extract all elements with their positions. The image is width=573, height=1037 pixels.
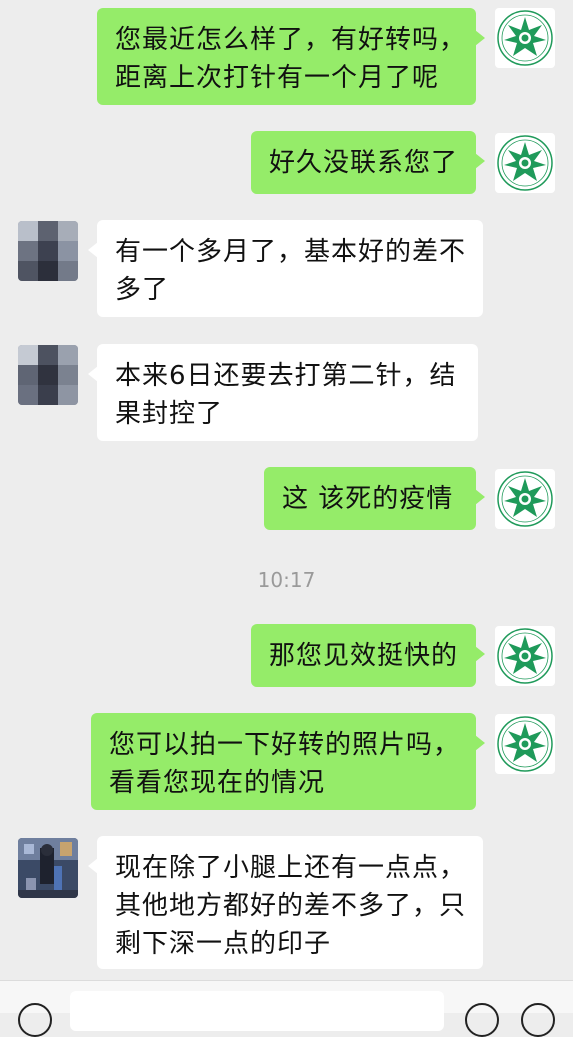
green-star-logo-icon bbox=[497, 628, 553, 684]
plus-icon[interactable] bbox=[521, 1003, 555, 1037]
blurred-photo-avatar bbox=[18, 838, 78, 898]
my-avatar[interactable] bbox=[495, 714, 555, 774]
message-line: 那您见效挺快的 bbox=[269, 641, 459, 671]
my-avatar[interactable] bbox=[495, 626, 555, 686]
my-avatar[interactable] bbox=[495, 469, 555, 529]
blurred-photo-avatar bbox=[18, 221, 78, 281]
message-line: 多了 bbox=[115, 275, 170, 305]
timestamp: 10:17 bbox=[257, 568, 316, 592]
my-avatar[interactable] bbox=[495, 8, 555, 68]
green-star-logo-icon bbox=[497, 10, 553, 66]
blurred-photo-avatar bbox=[18, 345, 78, 405]
message-bubble-sent[interactable]: 您最近怎么样了，有好转吗， 距离上次打针有一个月了呢 bbox=[97, 8, 485, 105]
message-line: 剩下深一点的印子 bbox=[115, 929, 332, 959]
message-bubble-received[interactable]: 现在除了小腿上还有一点点， 其他地方都好的差不多了，只 剩下深一点的印子 bbox=[88, 836, 483, 969]
contact-avatar[interactable] bbox=[18, 838, 78, 898]
message-bubble-sent[interactable]: 这 该死的疫情 bbox=[264, 467, 485, 530]
message-line: 您最近怎么样了，有好转吗， bbox=[115, 25, 467, 55]
input-bar bbox=[0, 980, 573, 1037]
message-line: 有一个多月了，基本好的差不 bbox=[115, 237, 467, 267]
message-line: 看看您现在的情况 bbox=[109, 768, 326, 798]
message-input[interactable] bbox=[70, 991, 444, 1031]
message-line: 果封控了 bbox=[115, 399, 224, 429]
message-line: 本来6日还要去打第二针，结 bbox=[115, 361, 457, 391]
message-bubble-sent[interactable]: 好久没联系您了 bbox=[251, 131, 485, 194]
emoji-icon[interactable] bbox=[465, 1003, 499, 1037]
my-avatar[interactable] bbox=[495, 133, 555, 193]
contact-avatar[interactable] bbox=[18, 345, 78, 405]
message-line: 现在除了小腿上还有一点点， bbox=[115, 853, 467, 883]
green-star-logo-icon bbox=[497, 471, 553, 527]
message-line: 您可以拍一下好转的照片吗， bbox=[109, 730, 461, 760]
message-line: 好久没联系您了 bbox=[269, 148, 459, 178]
message-bubble-sent[interactable]: 那您见效挺快的 bbox=[251, 624, 485, 687]
message-bubble-sent[interactable]: 您可以拍一下好转的照片吗， 看看您现在的情况 bbox=[91, 713, 485, 810]
message-bubble-received[interactable]: 本来6日还要去打第二针，结 果封控了 bbox=[88, 344, 478, 441]
voice-icon[interactable] bbox=[18, 1003, 52, 1037]
green-star-logo-icon bbox=[497, 135, 553, 191]
message-line: 其他地方都好的差不多了，只 bbox=[115, 891, 467, 921]
message-bubble-received[interactable]: 有一个多月了，基本好的差不 多了 bbox=[88, 220, 483, 317]
contact-avatar[interactable] bbox=[18, 221, 78, 281]
message-line: 这 该死的疫情 bbox=[282, 484, 454, 514]
green-star-logo-icon bbox=[497, 716, 553, 772]
message-line: 距离上次打针有一个月了呢 bbox=[115, 63, 440, 93]
